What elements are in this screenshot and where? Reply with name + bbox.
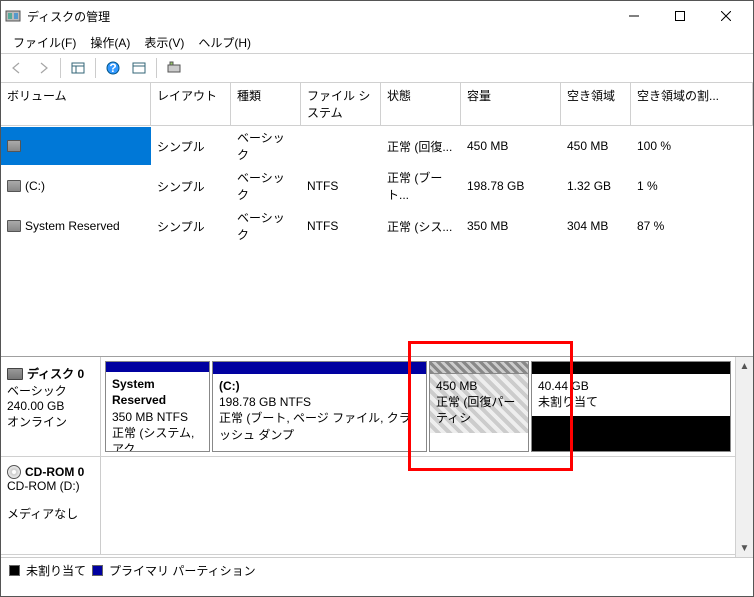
legend-swatch-unallocated bbox=[9, 565, 20, 576]
menu-file[interactable]: ファイル(F) bbox=[7, 32, 82, 53]
title-bar: ディスクの管理 bbox=[1, 1, 753, 31]
graphical-view: ディスク 0 ベーシック 240.00 GB オンライン System Rese… bbox=[1, 357, 753, 557]
menu-bar: ファイル(F) 操作(A) 表示(V) ヘルプ(H) bbox=[1, 31, 753, 53]
volume-row[interactable]: (C:)シンプルベーシックNTFS正常 (ブート...198.78 GB1.32… bbox=[1, 166, 753, 206]
scroll-up-icon[interactable]: ▲ bbox=[738, 359, 752, 373]
svg-text:?: ? bbox=[109, 61, 116, 75]
volume-row[interactable]: System ReservedシンプルベーシックNTFS正常 (シス...350… bbox=[1, 206, 753, 246]
col-type[interactable]: 種類 bbox=[231, 83, 301, 125]
scroll-down-icon[interactable]: ▼ bbox=[738, 541, 752, 555]
col-capacity[interactable]: 容量 bbox=[461, 83, 561, 125]
volume-list: ボリューム レイアウト 種類 ファイル システム 状態 容量 空き領域 空き領域… bbox=[1, 83, 753, 357]
legend: 未割り当て プライマリ パーティション bbox=[1, 557, 753, 583]
col-free[interactable]: 空き領域 bbox=[561, 83, 631, 125]
col-filesystem[interactable]: ファイル システム bbox=[301, 83, 381, 125]
cdrom-drive: CD-ROM (D:) bbox=[7, 479, 94, 493]
volume-list-header: ボリューム レイアウト 種類 ファイル システム 状態 容量 空き領域 空き領域… bbox=[1, 83, 753, 126]
menu-help[interactable]: ヘルプ(H) bbox=[192, 32, 257, 53]
disk-icon bbox=[7, 368, 23, 380]
partition-system-reserved[interactable]: System Reserved 350 MB NTFS 正常 (システム, アク bbox=[105, 361, 210, 452]
help-button[interactable]: ? bbox=[101, 56, 125, 80]
legend-swatch-primary bbox=[92, 565, 103, 576]
disk-label: ディスク 0 bbox=[27, 365, 84, 382]
disk-info-0[interactable]: ディスク 0 ベーシック 240.00 GB オンライン bbox=[1, 357, 101, 456]
disk-type: ベーシック bbox=[7, 382, 94, 399]
disk-status: オンライン bbox=[7, 413, 94, 430]
cdrom-partitions bbox=[101, 457, 735, 554]
legend-label-unallocated: 未割り当て bbox=[26, 562, 86, 579]
toolbar-button-1[interactable] bbox=[66, 56, 90, 80]
app-icon bbox=[5, 8, 21, 24]
disk-size: 240.00 GB bbox=[7, 399, 94, 413]
cdrom-label: CD-ROM 0 bbox=[25, 465, 84, 479]
cdrom-info[interactable]: CD-ROM 0 CD-ROM (D:) メディアなし bbox=[1, 457, 101, 554]
cdrom-status: メディアなし bbox=[7, 505, 94, 522]
volume-icon bbox=[7, 220, 21, 232]
back-button[interactable] bbox=[5, 56, 29, 80]
volume-name: (C:) bbox=[25, 179, 45, 193]
graphical-scrollbar[interactable]: ▲ ▼ bbox=[735, 357, 753, 557]
menu-action[interactable]: 操作(A) bbox=[84, 32, 136, 53]
partition-c[interactable]: (C:) 198.78 GB NTFS 正常 (ブート, ページ ファイル, ク… bbox=[212, 361, 427, 452]
toolbar: ? bbox=[1, 53, 753, 83]
toolbar-button-3[interactable] bbox=[162, 56, 186, 80]
disk-row-cdrom: CD-ROM 0 CD-ROM (D:) メディアなし bbox=[1, 457, 735, 555]
disk-0-partitions: System Reserved 350 MB NTFS 正常 (システム, アク… bbox=[101, 357, 735, 456]
menu-view[interactable]: 表示(V) bbox=[138, 32, 190, 53]
disk-row-0: ディスク 0 ベーシック 240.00 GB オンライン System Rese… bbox=[1, 357, 735, 457]
partition-recovery[interactable]: 450 MB 正常 (回復パーティシ bbox=[429, 361, 529, 452]
forward-button[interactable] bbox=[31, 56, 55, 80]
minimize-button[interactable] bbox=[611, 1, 657, 31]
volume-icon bbox=[7, 140, 21, 152]
partition-unallocated[interactable]: 40.44 GB 未割り当て bbox=[531, 361, 731, 452]
maximize-button[interactable] bbox=[657, 1, 703, 31]
close-button[interactable] bbox=[703, 1, 749, 31]
col-freepct[interactable]: 空き領域の割... bbox=[631, 83, 753, 125]
volume-list-body[interactable]: シンプルベーシック正常 (回復...450 MB450 MB100 %(C:)シ… bbox=[1, 126, 753, 356]
volume-name: System Reserved bbox=[25, 219, 120, 233]
col-layout[interactable]: レイアウト bbox=[151, 83, 231, 125]
legend-label-primary: プライマリ パーティション bbox=[109, 562, 256, 579]
window-title: ディスクの管理 bbox=[27, 8, 611, 25]
volume-row[interactable]: シンプルベーシック正常 (回復...450 MB450 MB100 % bbox=[1, 126, 753, 166]
cdrom-icon bbox=[7, 465, 21, 479]
col-status[interactable]: 状態 bbox=[381, 83, 461, 125]
col-volume[interactable]: ボリューム bbox=[1, 83, 151, 125]
volume-icon bbox=[7, 180, 21, 192]
toolbar-button-2[interactable] bbox=[127, 56, 151, 80]
